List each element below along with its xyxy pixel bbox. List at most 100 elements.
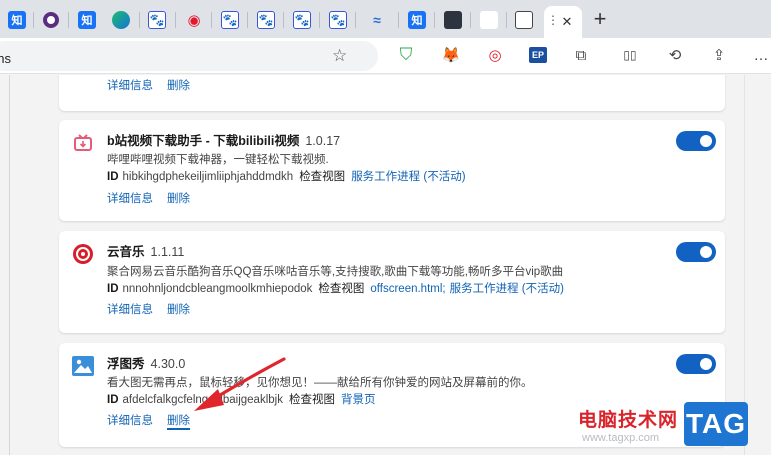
- remove-link[interactable]: 删除: [167, 415, 190, 430]
- details-link[interactable]: 详细信息: [107, 304, 153, 316]
- baidu-icon: 🐾: [257, 11, 275, 29]
- tab-separator: [211, 12, 212, 28]
- extensions-icon[interactable]: ⧉: [570, 44, 592, 66]
- tab-blank[interactable]: [474, 6, 504, 34]
- watermark-text: 电脑技术网: [578, 410, 679, 431]
- extension-card: 云音乐 1.1.11 聚合网易云音乐酷狗音乐QQ音乐咪咕音乐等,支持搜歌,歌曲下载…: [59, 231, 725, 333]
- tab-separator: [319, 12, 320, 28]
- inspect-views-label: 检查视图: [318, 283, 365, 295]
- new-tab-button[interactable]: +: [588, 6, 612, 31]
- tab-separator: [506, 12, 507, 28]
- cloud-music-icon: [72, 243, 94, 265]
- service-worker-link[interactable]: 服务工作进程 (不活动): [450, 283, 564, 295]
- side-panel: [744, 75, 771, 455]
- close-tab-icon[interactable]: ✕: [562, 14, 573, 30]
- sidebar-divider: [9, 75, 10, 455]
- enable-toggle[interactable]: [676, 242, 716, 262]
- address-bar[interactable]: ons ☆: [0, 41, 378, 71]
- extension-description: 看大图无需再点，鼠标轻移，见你想见！——献给所有你钟爱的网站及屏幕前的你。: [107, 377, 533, 389]
- share-icon[interactable]: ⇪: [708, 44, 730, 66]
- grid-icon: [515, 11, 533, 29]
- enable-toggle[interactable]: [676, 131, 716, 151]
- tab-edge[interactable]: [106, 6, 136, 34]
- tab-circle[interactable]: [36, 6, 66, 34]
- target-icon[interactable]: ◎: [484, 44, 506, 66]
- extension-actions: 详细信息 删除: [107, 77, 204, 93]
- tab-separator: [434, 12, 435, 28]
- tab-menu-icon[interactable]: ⋮: [547, 13, 559, 27]
- tablet-icon: [444, 11, 462, 29]
- tab-separator: [470, 12, 471, 28]
- ep-icon[interactable]: EP: [529, 47, 547, 63]
- inspect-views-label: 检查视图: [288, 394, 335, 406]
- tab-separator: [33, 12, 34, 28]
- extension-actions: 详细信息 删除: [107, 301, 204, 317]
- tab-separator: [355, 12, 356, 28]
- annotation-arrow: [194, 357, 286, 411]
- bilibili-tv-icon: [72, 132, 94, 154]
- extension-version: 1.1.11: [150, 245, 185, 259]
- shield-icon[interactable]: ⛉: [395, 44, 417, 66]
- tab-strip: 知 知 🐾 ◉ 🐾 🐾 🐾 🐾 ≈ 知 ⋮ ✕ +: [0, 0, 771, 38]
- blank-page-icon: [480, 11, 498, 29]
- baidu-icon: 🐾: [329, 11, 347, 29]
- baidu-icon: 🐾: [221, 11, 239, 29]
- tab-weibo[interactable]: ◉: [179, 6, 209, 34]
- details-link[interactable]: 详细信息: [107, 193, 153, 205]
- extension-id-row: ID hibkihgdphekeiljimliiphjahddmdkh 检查视图 服务…: [107, 171, 466, 183]
- tab-zhihu[interactable]: 知: [2, 6, 32, 34]
- extension-id: nnnohnljondcbleangmoolkmhiepodok: [122, 283, 313, 295]
- offscreen-link[interactable]: offscreen.html;: [370, 283, 445, 295]
- favorite-star-icon[interactable]: ☆: [332, 46, 347, 66]
- tab-tablet[interactable]: [438, 6, 468, 34]
- details-link[interactable]: 详细信息: [107, 415, 153, 427]
- ai-icon: ≈: [373, 12, 381, 28]
- extension-id-row: ID nnnohnljondcbleangmoolkmhiepodok 检查视图 of…: [107, 283, 564, 295]
- extension-description: 聚合网易云音乐酷狗音乐QQ音乐咪咕音乐等,支持搜歌,歌曲下载等功能,畅听多平台v…: [107, 266, 564, 278]
- enable-toggle[interactable]: [676, 354, 716, 374]
- weibo-icon: ◉: [187, 12, 201, 29]
- tab-grid[interactable]: [509, 6, 539, 34]
- circle-icon: [43, 12, 59, 28]
- extension-name: 浮图秀 4.30.0: [107, 357, 186, 371]
- baidu-icon: 🐾: [148, 11, 166, 29]
- tab-separator: [247, 12, 248, 28]
- remove-link[interactable]: 删除: [167, 80, 190, 92]
- background-page-link[interactable]: 背景页: [341, 394, 376, 406]
- baidu-icon: 🐾: [293, 11, 311, 29]
- tab-separator: [398, 12, 399, 28]
- extension-name: 云音乐 1.1.11: [107, 245, 185, 259]
- remove-link[interactable]: 删除: [167, 304, 190, 316]
- image-viewer-icon: [72, 355, 94, 377]
- tab-baidu[interactable]: 🐾: [251, 6, 281, 34]
- extension-card: 详细信息 删除: [59, 75, 725, 111]
- remove-link[interactable]: 删除: [167, 193, 190, 205]
- tab-baidu[interactable]: 🐾: [215, 6, 245, 34]
- tab-separator: [175, 12, 176, 28]
- zhihu-icon: 知: [408, 11, 426, 29]
- fox-icon[interactable]: 🦊: [440, 44, 462, 66]
- tab-baidu[interactable]: 🐾: [142, 6, 172, 34]
- watermark: 电脑技术网 www.tagxp.com TAG: [578, 400, 768, 455]
- zhihu-icon: 知: [8, 11, 26, 29]
- tab-ai[interactable]: ≈: [362, 6, 392, 34]
- zhihu-icon: 知: [78, 11, 96, 29]
- history-icon[interactable]: ⟲: [664, 44, 686, 66]
- extension-version: 1.0.17: [305, 134, 341, 148]
- extension-description: 哔哩哔哩视频下载神器，一键轻松下载视频.: [107, 154, 329, 166]
- extension-actions: 详细信息 删除: [107, 190, 204, 206]
- details-link[interactable]: 详细信息: [107, 80, 153, 92]
- edge-icon: [112, 11, 130, 29]
- tab-zhihu[interactable]: 知: [72, 6, 102, 34]
- tab-active[interactable]: ⋮ ✕: [544, 6, 582, 38]
- tab-baidu[interactable]: 🐾: [287, 6, 317, 34]
- service-worker-link[interactable]: 服务工作进程 (不活动): [351, 171, 465, 183]
- inspect-views-label: 检查视图: [299, 171, 346, 183]
- tab-baidu[interactable]: 🐾: [323, 6, 353, 34]
- tab-zhihu[interactable]: 知: [402, 6, 432, 34]
- watermark-url: www.tagxp.com: [582, 432, 660, 444]
- split-screen-icon[interactable]: ▯▯: [619, 44, 641, 66]
- more-icon[interactable]: …: [750, 44, 771, 66]
- extension-name: b站视频下载助手 - 下载bilibili视频 1.0.17: [107, 134, 341, 148]
- tab-separator: [283, 12, 284, 28]
